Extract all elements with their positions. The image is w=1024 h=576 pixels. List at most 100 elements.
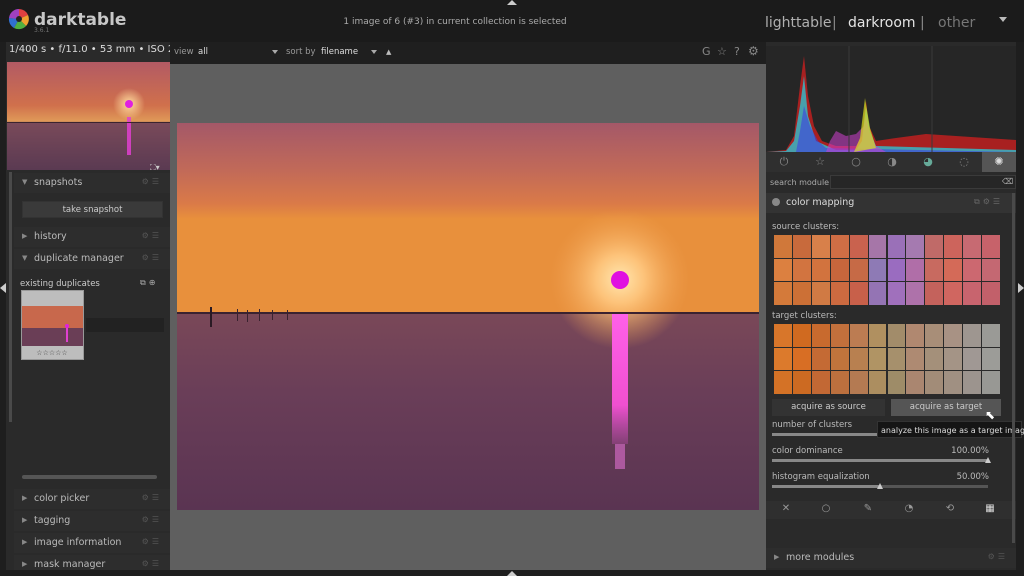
cluster-swatch <box>887 324 906 347</box>
color-group-icon[interactable]: ◕ <box>918 155 938 168</box>
slider-knob[interactable] <box>877 483 883 489</box>
collapse-top-arrow-icon[interactable] <box>507 0 517 5</box>
search-clear-icon[interactable]: ⌫ <box>1002 177 1013 186</box>
histogram-equalization-slider[interactable] <box>772 483 988 489</box>
view-lighttable[interactable]: lighttable <box>765 15 832 31</box>
module-mask-manager[interactable]: ▶ mask manager ⚙☰ <box>14 555 170 570</box>
more-modules-section[interactable]: ▶ more modules ⚙☰ <box>766 548 1016 568</box>
blend-combined-icon[interactable]: ⟲ <box>940 503 960 514</box>
blend-drawn-mask-icon[interactable]: ✎ <box>858 503 878 514</box>
module-actions-icon[interactable]: ⚙☰ <box>142 253 162 262</box>
view-dropdown-icon[interactable] <box>999 17 1007 22</box>
cluster-swatch <box>982 282 1000 305</box>
cluster-swatch <box>906 371 925 394</box>
module-actions-icon[interactable]: ⚙☰ <box>142 493 162 502</box>
histogram-equalization-value: 50.00% <box>956 472 989 482</box>
view-other[interactable]: other <box>938 15 975 31</box>
mouse-cursor-icon: ⬉ <box>985 408 996 422</box>
navigation-thumbnail[interactable] <box>7 62 170 170</box>
color-dominance-slider[interactable] <box>772 457 991 463</box>
module-power-icon[interactable] <box>772 198 780 206</box>
cluster-swatch <box>925 258 944 282</box>
take-snapshot-button[interactable]: take snapshot <box>22 201 163 218</box>
module-actions-icon[interactable]: ⚙☰ <box>142 515 162 524</box>
cluster-swatch <box>849 258 868 282</box>
correct-group-icon[interactable]: ◌ <box>954 155 974 168</box>
effects-group-icon[interactable]: ✺ <box>989 155 1009 168</box>
view-filter-label: view <box>174 47 194 57</box>
view-separator: | <box>920 15 925 31</box>
view-filter-caret-icon[interactable] <box>272 50 278 54</box>
duplicate-scrollbar[interactable] <box>22 475 157 479</box>
blend-uniform-icon[interactable]: ○ <box>816 503 836 514</box>
cluster-swatch <box>792 324 811 347</box>
duplicate-actions-icon[interactable]: ⧉⊕ <box>140 278 158 288</box>
module-presets-icon[interactable]: ⧉⚙☰ <box>974 197 1003 207</box>
cluster-swatch <box>925 235 944 258</box>
blend-raster-icon[interactable]: ▦ <box>980 503 1000 514</box>
cluster-swatch <box>963 324 982 347</box>
cluster-swatch <box>887 371 906 394</box>
search-module-input[interactable] <box>830 175 1016 189</box>
collapse-arrow-icon: ▶ <box>22 560 28 568</box>
duplicate-rating-stars[interactable]: ☆☆☆☆☆ <box>22 349 82 357</box>
sort-direction-icon[interactable]: ▲ <box>386 48 391 56</box>
cluster-swatch <box>868 324 887 347</box>
collapse-right-arrow-icon[interactable] <box>1018 283 1024 293</box>
cluster-swatch <box>811 258 830 282</box>
acquire-as-source-button[interactable]: acquire as source <box>772 399 885 416</box>
grouping-icon[interactable]: G <box>702 45 711 58</box>
cluster-swatch <box>811 371 830 394</box>
darktable-logo-icon <box>8 8 29 30</box>
module-duplicate-manager[interactable]: ▼ duplicate manager ⚙☰ <box>14 249 170 269</box>
collapse-bottom-arrow-icon[interactable] <box>507 571 517 576</box>
cluster-swatch <box>963 371 982 394</box>
module-tagging[interactable]: ▶ tagging ⚙☰ <box>14 511 170 531</box>
favorites-star-icon[interactable]: ☆ <box>810 155 830 168</box>
cluster-swatch <box>849 371 868 394</box>
cluster-swatch <box>868 347 887 371</box>
cluster-swatch <box>830 371 849 394</box>
slider-knob[interactable] <box>985 457 991 463</box>
histogram[interactable] <box>766 46 1016 152</box>
duplicate-version-field[interactable] <box>86 318 164 332</box>
right-scrollbar[interactable] <box>1012 193 1015 543</box>
sort-caret-icon[interactable] <box>371 50 377 54</box>
view-filter-select[interactable]: all <box>198 47 208 57</box>
number-of-clusters-label: number of clusters <box>772 420 853 430</box>
main-image-canvas[interactable] <box>177 123 759 510</box>
cluster-swatch <box>982 371 1000 394</box>
overlays-star-icon[interactable]: ☆ <box>717 45 727 58</box>
power-group-icon[interactable]: ⏻ <box>774 155 794 169</box>
module-actions-icon[interactable]: ⚙☰ <box>988 552 1008 561</box>
module-actions-icon[interactable]: ⚙☰ <box>142 537 162 546</box>
module-color-picker[interactable]: ▶ color picker ⚙☰ <box>14 489 170 509</box>
tone-group-icon[interactable]: ◑ <box>882 155 902 168</box>
base-group-circle-icon[interactable]: ○ <box>846 155 866 168</box>
left-scrollbar[interactable] <box>9 172 12 422</box>
blend-off-icon[interactable]: ✕ <box>776 503 796 514</box>
filter-bar <box>170 42 766 64</box>
cluster-swatch <box>925 371 944 394</box>
fullscreen-icon[interactable]: ⛶▾ <box>150 163 160 173</box>
module-image-information[interactable]: ▶ image information ⚙☰ <box>14 533 170 553</box>
module-history[interactable]: ▶ history ⚙☰ <box>14 227 170 247</box>
cluster-swatch <box>811 324 830 347</box>
module-actions-icon[interactable]: ⚙☰ <box>142 177 162 186</box>
cluster-swatch <box>792 371 811 394</box>
view-separator: | <box>832 15 837 31</box>
module-actions-icon[interactable]: ⚙☰ <box>142 231 162 240</box>
blend-parametric-icon[interactable]: ◔ <box>899 503 919 514</box>
cluster-swatch <box>906 258 925 282</box>
sort-by-select[interactable]: filename <box>321 47 358 57</box>
module-actions-icon[interactable]: ⚙☰ <box>142 559 162 568</box>
help-icon[interactable]: ? <box>734 45 740 58</box>
cluster-swatch <box>925 282 944 305</box>
cluster-swatch <box>982 324 1000 347</box>
cluster-swatch <box>774 282 792 305</box>
cluster-swatch <box>925 347 944 371</box>
view-darkroom[interactable]: darkroom <box>848 15 916 31</box>
preferences-gear-icon[interactable]: ⚙ <box>748 44 759 58</box>
cluster-swatch <box>774 235 792 258</box>
module-snapshots[interactable]: ▼ snapshots ⚙☰ <box>14 173 170 193</box>
